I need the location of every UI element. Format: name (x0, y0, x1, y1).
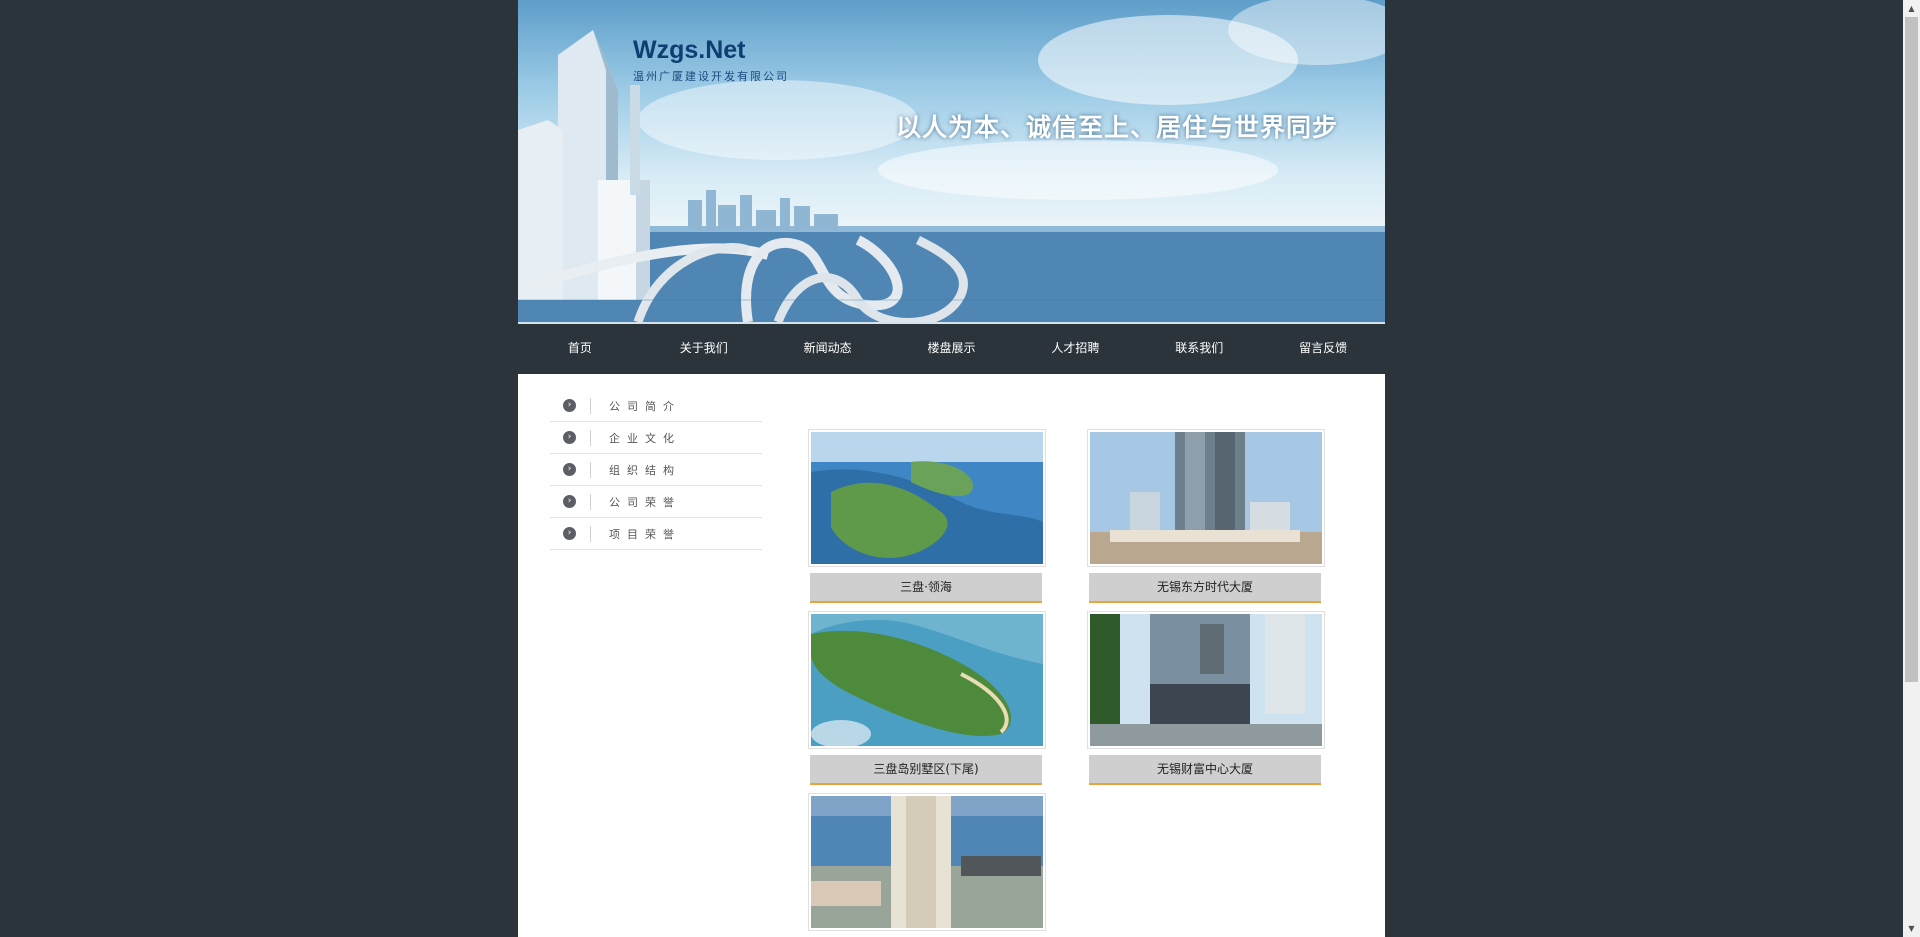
project-image[interactable] (1087, 429, 1325, 567)
chevron-right-icon: › (563, 399, 576, 412)
sidebar-item-label: 公司简介 (609, 400, 681, 413)
nav-home[interactable]: 首页 (518, 324, 642, 374)
vertical-scrollbar[interactable]: ▲ ▼ (1903, 0, 1920, 937)
divider (590, 430, 591, 446)
sidebar-item-company-honors[interactable]: › 公司荣誉 (550, 486, 762, 518)
sidebar-item-label: 组织结构 (609, 464, 681, 477)
company-name: 温州广厦建设开发有限公司 (633, 71, 789, 83)
divider (590, 494, 591, 510)
sidebar-item-label: 项目荣誉 (609, 528, 681, 541)
scrollbar-thumb[interactable] (1905, 17, 1918, 682)
project-caption[interactable]: 三盘岛别墅区(下尾) (810, 755, 1042, 785)
project-image[interactable] (808, 429, 1046, 567)
chevron-right-icon: › (563, 463, 576, 476)
sidebar-item-project-honors[interactable]: › 项目荣誉 (550, 518, 762, 550)
main-navigation: 首页 关于我们 新闻动态 楼盘展示 人才招聘 联系我们 留言反馈 (518, 322, 1385, 374)
nav-properties[interactable]: 楼盘展示 (890, 324, 1014, 374)
chevron-right-icon: › (563, 495, 576, 508)
page-container: Wzgs.Net 温州广厦建设开发有限公司 以人为本、诚信至上、居住与世界同步 … (518, 0, 1385, 937)
divider (590, 398, 591, 414)
project-caption[interactable]: 三盘·领海 (810, 573, 1042, 603)
project-card: 三盘岛别墅区(下尾) (808, 611, 1046, 785)
sidebar-item-company-profile[interactable]: › 公司简介 (550, 390, 762, 422)
nav-about[interactable]: 关于我们 (642, 324, 766, 374)
sidebar-item-corporate-culture[interactable]: › 企业文化 (550, 422, 762, 454)
project-image[interactable] (808, 611, 1046, 749)
project-caption[interactable]: 无锡财富中心大厦 (1089, 755, 1321, 785)
banner-slogan: 以人为本、诚信至上、居住与世界同步 (896, 113, 1339, 142)
header-banner: Wzgs.Net 温州广厦建设开发有限公司 以人为本、诚信至上、居住与世界同步 (518, 0, 1385, 322)
nav-contact[interactable]: 联系我们 (1137, 324, 1261, 374)
divider (590, 526, 591, 542)
project-card (808, 793, 1046, 937)
sidebar-item-label: 公司荣誉 (609, 496, 681, 509)
sidebar-item-organization[interactable]: › 组织结构 (550, 454, 762, 486)
project-card: 无锡财富中心大厦 (1087, 611, 1325, 785)
project-card: 三盘·领海 (808, 429, 1046, 603)
project-image[interactable] (1087, 611, 1325, 749)
project-card: 无锡东方时代大厦 (1087, 429, 1325, 603)
nav-careers[interactable]: 人才招聘 (1013, 324, 1137, 374)
scroll-down-arrow-icon[interactable]: ▼ (1903, 920, 1920, 937)
sidebar-item-label: 企业文化 (609, 432, 681, 445)
chevron-right-icon: › (563, 527, 576, 540)
project-image[interactable] (808, 793, 1046, 931)
scroll-up-arrow-icon[interactable]: ▲ (1903, 0, 1920, 17)
nav-news[interactable]: 新闻动态 (766, 324, 890, 374)
site-logo[interactable]: Wzgs.Net (633, 36, 746, 65)
project-caption[interactable]: 无锡东方时代大厦 (1089, 573, 1321, 603)
chevron-right-icon: › (563, 431, 576, 444)
nav-feedback[interactable]: 留言反馈 (1261, 324, 1385, 374)
sidebar-menu: › 公司简介 › 企业文化 › 组织结构 › 公司荣誉 › 项目荣誉 (550, 390, 762, 550)
divider (590, 462, 591, 478)
